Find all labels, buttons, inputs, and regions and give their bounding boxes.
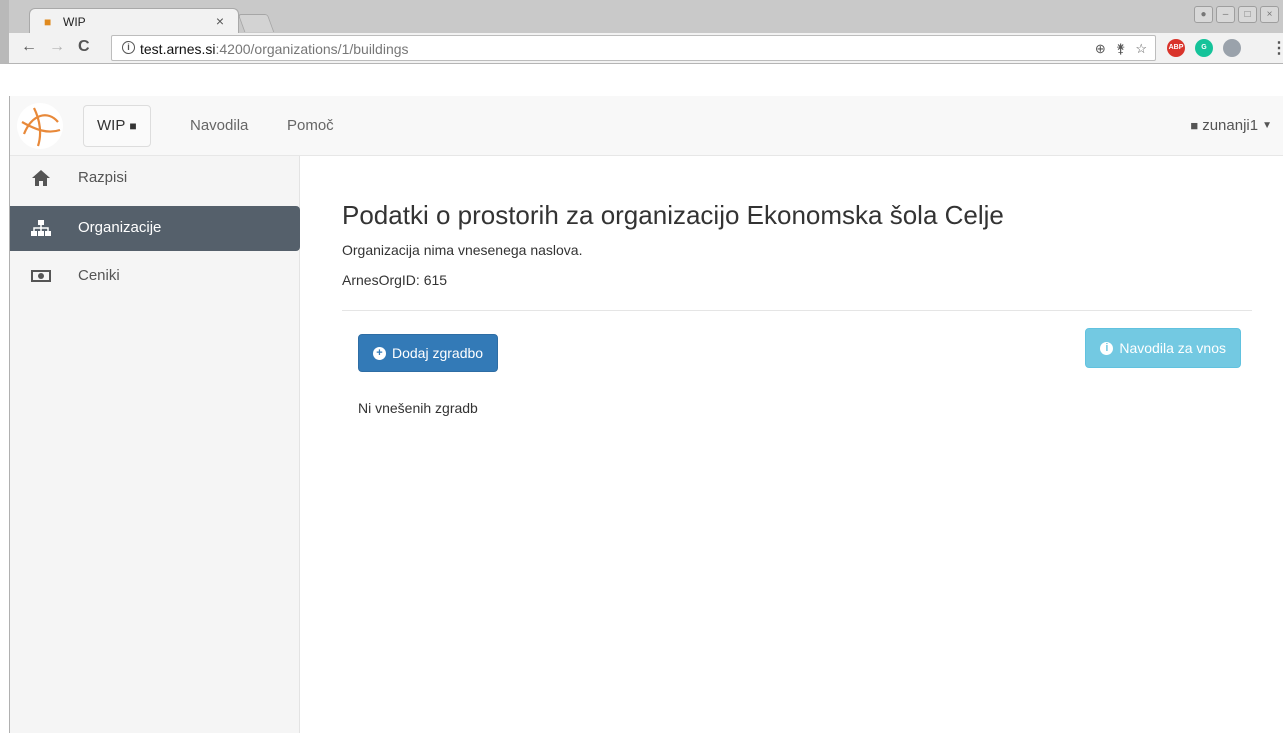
tab-title: WIP bbox=[63, 15, 86, 29]
sidebar-item-ceniki[interactable]: Ceniki bbox=[10, 254, 300, 299]
org-id-label: ArnesOrgID: bbox=[342, 272, 424, 288]
zoom-icon[interactable]: ⊕ bbox=[1095, 41, 1106, 57]
caret-down-icon: ▼ bbox=[1262, 120, 1272, 131]
lock-favicon-icon: ■ bbox=[44, 15, 52, 29]
browser-chrome: ■ WIP × ● – □ × ← → C i test.arnes.si:42… bbox=[0, 0, 1283, 64]
page-title: Podatki o prostorih za organizacijo Ekon… bbox=[342, 200, 1004, 230]
close-window-icon[interactable]: × bbox=[1260, 6, 1279, 23]
key-icon[interactable]: ⚵ bbox=[1116, 41, 1126, 57]
sidebar-item-label: Organizacije bbox=[78, 219, 162, 236]
url-text: test.arnes.si:4200/organizations/1/build… bbox=[140, 41, 409, 57]
add-building-label: Dodaj zgradbo bbox=[392, 345, 484, 361]
add-building-button[interactable]: + Dodaj zgradbo bbox=[358, 334, 499, 372]
minimize-icon[interactable]: – bbox=[1216, 6, 1235, 23]
sidebar-item-organizacije[interactable]: Organizacije bbox=[10, 206, 300, 251]
home-icon bbox=[32, 170, 50, 186]
nav-link-pomoc[interactable]: Pomoč bbox=[287, 117, 334, 134]
window-controls: ● – □ × bbox=[1194, 6, 1279, 23]
user-menu[interactable]: ■ zunanji1 ▼ bbox=[1190, 117, 1272, 134]
browser-tab[interactable]: ■ WIP × bbox=[29, 8, 239, 34]
sitemap-icon bbox=[31, 220, 51, 236]
org-id: ArnesOrgID: 615 bbox=[342, 272, 447, 288]
grammarly-icon[interactable]: G bbox=[1195, 39, 1213, 57]
adblock-icon[interactable]: ABP bbox=[1167, 39, 1185, 57]
user-name: zunanji1 bbox=[1202, 117, 1259, 134]
brand-label: WIP bbox=[97, 117, 126, 134]
user-icon: ■ bbox=[1190, 118, 1199, 133]
menu-icon[interactable]: ⋮ bbox=[1271, 38, 1283, 58]
forward-icon[interactable]: → bbox=[49, 38, 65, 56]
logo[interactable] bbox=[14, 100, 66, 152]
lock-icon: ■ bbox=[129, 119, 137, 133]
info-icon[interactable]: i bbox=[122, 41, 135, 54]
maximize-icon[interactable]: □ bbox=[1238, 6, 1257, 23]
address-bar[interactable]: i test.arnes.si:4200/organizations/1/bui… bbox=[111, 35, 1156, 61]
help-button-label: Navodila za vnos bbox=[1119, 340, 1226, 356]
back-icon[interactable]: ← bbox=[21, 38, 37, 56]
ghostery-icon[interactable] bbox=[1223, 39, 1241, 57]
new-tab-button[interactable] bbox=[237, 14, 275, 32]
app: WIP ■ Navodila Pomoč ■ zunanji1 ▼ Razpis… bbox=[9, 96, 1283, 733]
help-button[interactable]: i Navodila za vnos bbox=[1085, 328, 1241, 368]
brand-button[interactable]: WIP ■ bbox=[83, 105, 151, 147]
org-id-value: 615 bbox=[423, 272, 448, 288]
tab-close-icon[interactable]: × bbox=[216, 13, 224, 29]
top-navbar: WIP ■ Navodila Pomoč ■ zunanji1 ▼ bbox=[10, 96, 1283, 156]
info-circle-icon: i bbox=[1100, 341, 1114, 355]
sidebar: Razpisi Organizacije Ceniki bbox=[10, 156, 300, 733]
divider bbox=[342, 310, 1252, 311]
sidebar-item-razpisi[interactable]: Razpisi bbox=[10, 156, 300, 201]
extension-icons: ABP G bbox=[1167, 39, 1241, 57]
tab-strip: ■ WIP × ● – □ × bbox=[0, 0, 1283, 34]
sidebar-item-label: Razpisi bbox=[78, 169, 128, 186]
nav-link-navodila[interactable]: Navodila bbox=[190, 117, 248, 134]
plus-circle-icon: + bbox=[373, 346, 386, 360]
money-icon bbox=[31, 270, 51, 282]
address-note: Organizacija nima vnesenega naslova. bbox=[342, 242, 583, 258]
star-icon[interactable]: ☆ bbox=[1135, 41, 1147, 57]
sidebar-item-label: Ceniki bbox=[78, 267, 120, 284]
profile-icon[interactable]: ● bbox=[1194, 6, 1213, 23]
empty-message: Ni vnešenih zgradb bbox=[358, 400, 478, 416]
browser-toolbar: ← → C i test.arnes.si:4200/organizations… bbox=[0, 33, 1283, 64]
reload-icon[interactable]: C bbox=[78, 38, 90, 56]
